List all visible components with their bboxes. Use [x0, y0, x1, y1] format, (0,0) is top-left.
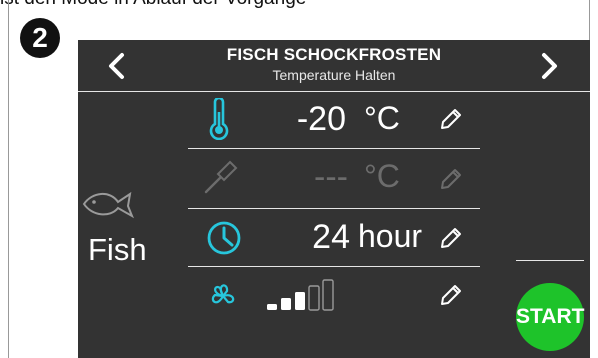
- program-title: FISCH SCHOCKFROSTEN: [226, 45, 442, 64]
- row-fan-speed[interactable]: [188, 268, 480, 324]
- fan-level-bar: [295, 292, 305, 310]
- chevron-right-icon: [542, 53, 557, 79]
- row-divider-3: [188, 266, 480, 267]
- row-duration[interactable]: 24 hour: [188, 210, 480, 266]
- controller-screen: FISCH SCHOCKFROSTEN Temperature Halten F…: [78, 40, 590, 358]
- core-probe-unit: °C: [364, 158, 400, 194]
- core-probe-value: ---: [314, 158, 348, 196]
- next-button[interactable]: [538, 52, 562, 80]
- edit-fan-speed-button[interactable]: [438, 282, 464, 308]
- row-divider-1: [188, 148, 480, 149]
- pencil-icon: [441, 169, 461, 189]
- duration-unit: hour: [358, 218, 423, 254]
- start-button[interactable]: START: [516, 283, 584, 351]
- edit-chamber-temperature-button[interactable]: [438, 106, 464, 132]
- clock-icon: [206, 220, 242, 256]
- fish-icon: [82, 188, 134, 220]
- chevron-left-icon: [109, 53, 124, 79]
- program-subtitle: Temperature Halten: [272, 67, 396, 83]
- document-top-text: ist den Mode in Ablauf der Vorgänge: [0, 0, 598, 10]
- fan-icon: [206, 280, 240, 312]
- step-badge: 2: [20, 18, 60, 58]
- document-border-left: [8, 0, 9, 358]
- fan-level-bar: [308, 285, 320, 311]
- header-divider: [78, 91, 590, 92]
- fan-level-bar: [281, 298, 291, 310]
- fan-level-bar: [267, 304, 277, 310]
- row-chamber-temperature[interactable]: -20 °C: [188, 94, 480, 148]
- duration-value: 24: [312, 218, 350, 256]
- chamber-temperature-unit: °C: [364, 100, 400, 136]
- fan-level-bar: [322, 279, 334, 311]
- prev-button[interactable]: [106, 52, 130, 80]
- edit-duration-button[interactable]: [438, 225, 464, 251]
- row-divider-2: [188, 208, 480, 209]
- row-core-probe[interactable]: --- °C: [188, 150, 480, 206]
- fan-speed-bars: [266, 278, 346, 312]
- pencil-icon: [441, 109, 461, 129]
- core-probe-icon: [200, 158, 240, 198]
- start-divider: [516, 260, 584, 261]
- chamber-temperature-value: -20: [296, 100, 346, 138]
- thermometer-icon: [208, 98, 230, 140]
- edit-core-probe-button[interactable]: [438, 166, 464, 192]
- pencil-icon: [441, 285, 461, 305]
- food-label: Fish: [88, 232, 147, 267]
- pencil-icon: [441, 228, 461, 248]
